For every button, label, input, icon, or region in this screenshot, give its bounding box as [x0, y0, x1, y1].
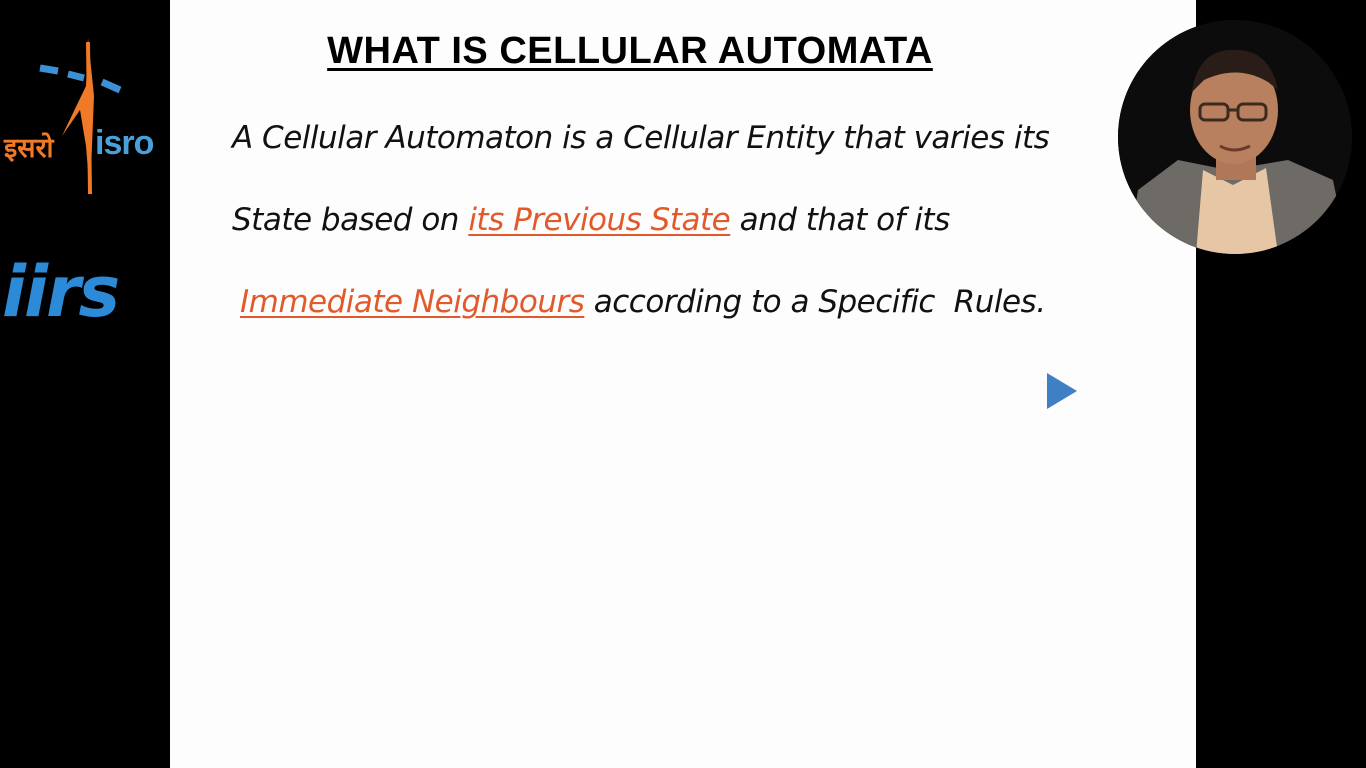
slide-canvas: WHAT IS CELLULAR AUTOMATA A Cellular Aut…	[170, 0, 1196, 768]
logo-panel: इसरो isro iirs	[0, 0, 170, 768]
definition-line-1: A Cellular Automaton is a Cellular Entit…	[232, 120, 1050, 156]
line2-suffix: and that of its	[730, 202, 951, 238]
play-arrow-icon[interactable]	[1045, 371, 1079, 411]
line2-prefix: State based on	[232, 202, 469, 238]
video-frame: इसरो isro iirs WHAT IS CELLULAR AUTOMATA…	[0, 0, 1366, 768]
presenter-video	[1118, 20, 1352, 254]
slide-title: WHAT IS CELLULAR AUTOMATA	[327, 30, 933, 72]
immediate-neighbours-highlight: Immediate Neighbours	[240, 284, 585, 320]
iirs-logo: iirs	[2, 251, 120, 333]
line1-text: A Cellular Automaton is a Cellular Entit…	[232, 120, 1050, 156]
line3-suffix: according to a Specific Rules.	[584, 284, 1046, 320]
definition-line-2: State based on its Previous State and th…	[232, 202, 950, 238]
isro-logo	[39, 38, 122, 196]
presenter-illustration	[1118, 20, 1352, 254]
definition-line-3: Immediate Neighbours according to a Spec…	[240, 284, 1046, 320]
previous-state-highlight: its Previous State	[468, 202, 731, 238]
isro-latin-wordmark: isro	[95, 124, 154, 162]
isro-hindi-wordmark: इसरो	[4, 133, 54, 164]
